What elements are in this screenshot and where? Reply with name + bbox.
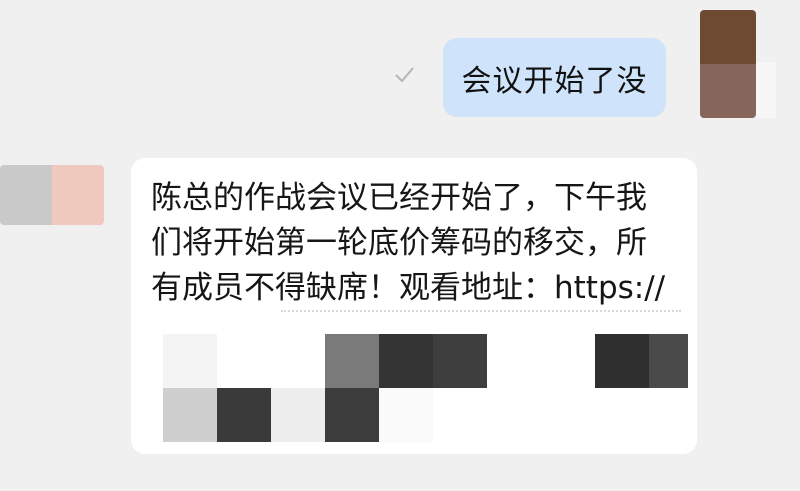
mosaic-cell [325, 334, 379, 388]
sender-avatar[interactable] [0, 165, 104, 225]
redacted-link-mosaic [163, 334, 688, 446]
incoming-message-bubble[interactable]: 陈总的作战会议已经开始了，下午我 们将开始第一轮底价筹码的移交，所 有成员不得缺… [131, 158, 697, 454]
incoming-message-text: 陈总的作战会议已经开始了，下午我 们将开始第一轮底价筹码的移交，所 有成员不得缺… [151, 180, 666, 306]
sender-avatar-pixel-right [52, 165, 104, 225]
mosaic-cell [541, 334, 595, 388]
mosaic-cell [379, 388, 433, 442]
mosaic-cell [649, 334, 688, 388]
mosaic-cell [217, 334, 271, 388]
self-avatar-pixel-top [700, 10, 756, 64]
redaction-noise [281, 310, 681, 326]
sender-avatar-pixel-left [0, 165, 52, 225]
mosaic-cell [325, 388, 379, 442]
self-avatar-pixel-bottom [700, 64, 756, 118]
chat-area: 会议开始了没 陈总的作战会议已经开始了，下午我 们将开始第一轮底价筹码的移交，所… [0, 0, 800, 491]
mosaic-cell [271, 334, 325, 388]
self-avatar-blur-edge [756, 62, 776, 118]
mosaic-cell [379, 334, 433, 388]
mosaic-cell [163, 388, 217, 442]
mosaic-cell [487, 334, 541, 388]
check-icon [392, 62, 416, 86]
mosaic-cell [217, 388, 271, 442]
mosaic-cell [163, 334, 217, 388]
mosaic-cell [271, 388, 325, 442]
self-avatar[interactable] [700, 10, 756, 118]
mosaic-cell [433, 334, 487, 388]
mosaic-cell [595, 334, 649, 388]
outgoing-message-text: 会议开始了没 [461, 63, 648, 99]
outgoing-message-bubble[interactable]: 会议开始了没 [443, 38, 666, 117]
